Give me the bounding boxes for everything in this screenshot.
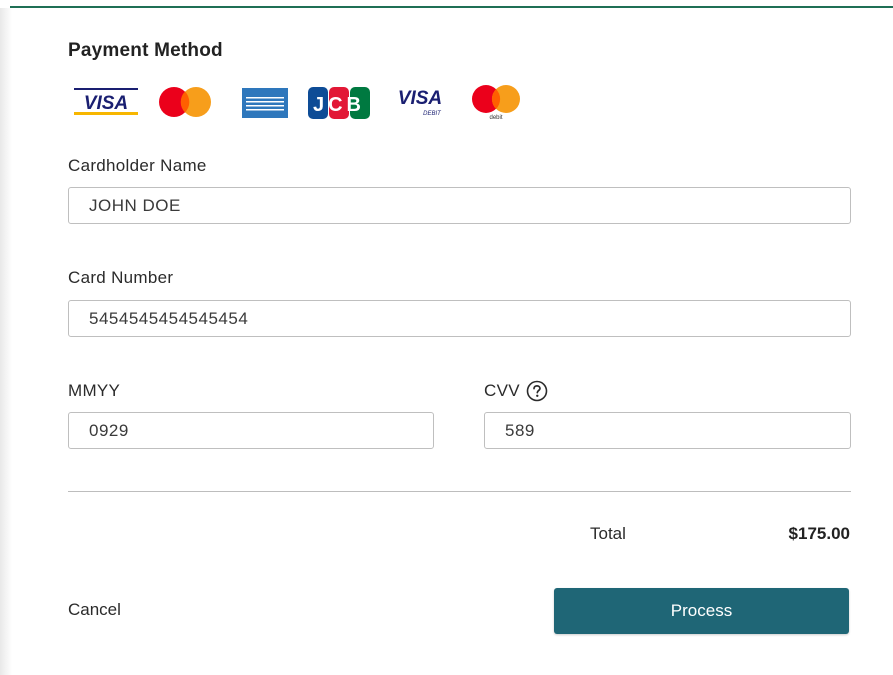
left-edge-shadow [0,8,12,675]
cvv-label: CVV [484,381,520,400]
cvv-input[interactable] [484,412,851,449]
visa-debit-logo: VISA DEBIT [398,88,442,117]
visa-debit-logo-subtext: DEBIT [423,111,442,117]
question-circle-icon[interactable] [526,380,548,402]
visa-logo: VISA [72,84,140,118]
mastercard-logo [159,87,211,117]
american-express-logo [242,88,288,118]
total-amount: $175.00 [788,524,850,543]
section-divider [68,491,851,492]
cardholder-name-input[interactable] [68,187,851,224]
visa-debit-logo-text: VISA [398,88,442,109]
expiry-label: MMYY [68,381,121,400]
process-button[interactable]: Process [554,588,849,634]
total-label: Total [590,524,626,543]
card-number-label: Card Number [68,268,174,287]
mastercard-debit-logo-subtext: debit [489,115,502,121]
mastercard-debit-logo: debit [472,85,520,121]
accepted-cards-row: VISA JCB VISA DEBIT debit [70,84,540,124]
cancel-button[interactable]: Cancel [68,600,121,620]
page-title: Payment Method [68,40,223,61]
payment-window: Payment Method VISA JCB VISA DEBIT debit… [0,0,893,675]
cvv-label-row: CVV [484,380,548,402]
card-number-input[interactable] [68,300,851,337]
jcb-logo: JCB [308,87,370,119]
cardholder-name-label: Cardholder Name [68,156,207,175]
visa-logo-text: VISA [84,93,128,114]
expiry-input[interactable] [68,412,434,449]
jcb-logo-text: JCB [313,94,365,116]
